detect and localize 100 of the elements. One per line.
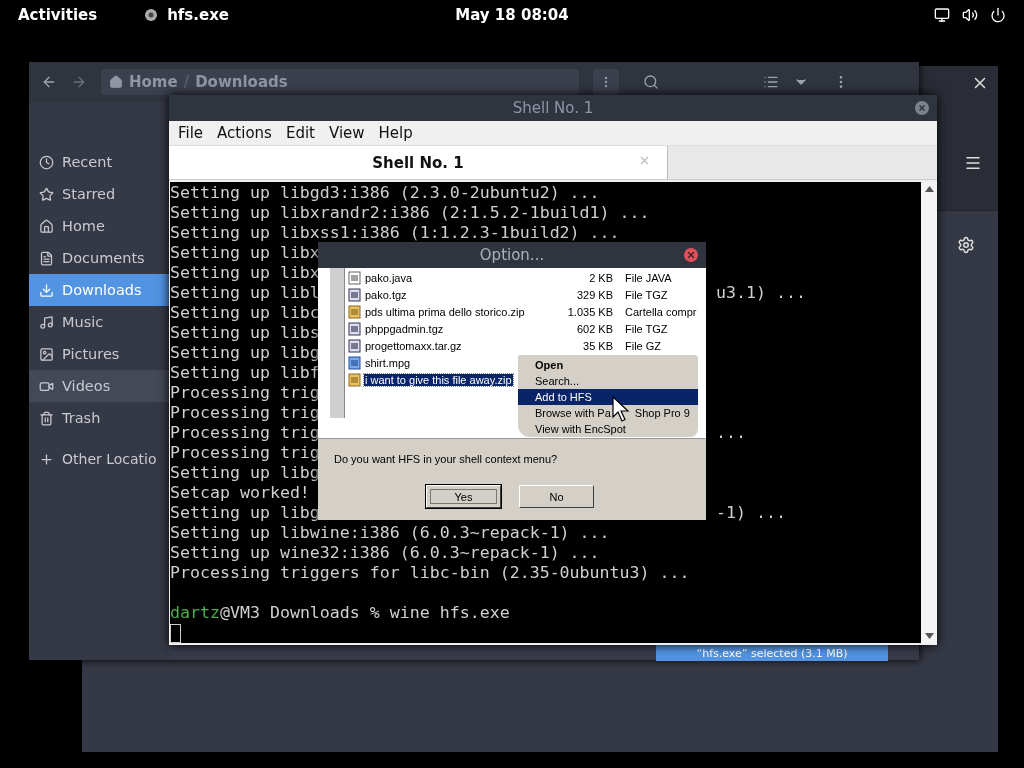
output-line: Setting up libc: [170, 303, 320, 322]
file-icon: [348, 287, 361, 302]
image-icon: [39, 346, 54, 362]
file-icon: [348, 372, 361, 387]
output-line: Setting up wine32:i386 (6.0.3~repack-1) ...: [170, 543, 600, 562]
sidebar-item[interactable]: Videos: [29, 370, 169, 402]
output-line: Setting up libx: [170, 263, 320, 282]
volume-icon[interactable]: [962, 7, 978, 23]
output-line: Setting up libx: [170, 243, 320, 262]
output-line: -1) ...: [716, 503, 786, 523]
file-type: Cartella compr: [625, 305, 697, 318]
back-icon[interactable]: [41, 74, 57, 90]
sidebar-item[interactable]: Recent: [29, 146, 169, 178]
menu-item[interactable]: Add to HFS: [518, 389, 698, 405]
sidebar-item[interactable]: Other Locatio: [29, 443, 169, 475]
menu-item[interactable]: File: [178, 124, 204, 142]
file-icon: [348, 355, 361, 370]
sidebar-item[interactable]: Trash: [29, 402, 169, 434]
output-line: Setting up libg: [170, 503, 320, 522]
status-label: “hfs.exe” selected (3.1 MB): [656, 645, 888, 661]
search-icon[interactable]: [643, 74, 659, 90]
output-line: Processing triggers for libc-bin (2.35-0ubuntu3) ...: [170, 563, 690, 582]
file-icon: [348, 338, 361, 353]
output-line: Setting up libg: [170, 343, 320, 362]
text-cursor: [170, 624, 181, 643]
output-line: u3.1) ...: [716, 283, 806, 303]
plus-icon: [39, 451, 54, 467]
output-line: Processing trig: [170, 443, 320, 462]
menu-icon[interactable]: [964, 154, 982, 172]
file-size: 35 KB: [582, 339, 613, 352]
document-icon: [39, 250, 54, 266]
home-icon: [39, 218, 54, 234]
file-icon: [348, 304, 361, 319]
menu-item[interactable]: Actions: [217, 124, 272, 142]
window-title: Shell No. 1: [512, 99, 594, 117]
star-icon: [39, 186, 54, 202]
menu-item[interactable]: Browse with Pa Shop Pro 9: [518, 405, 698, 421]
output-line: Processing trig: [170, 423, 320, 442]
file-icon: [348, 321, 361, 336]
file-type: File GZ: [625, 339, 662, 352]
pointer-icon: [612, 396, 632, 422]
dialog-button[interactable]: No: [519, 485, 594, 508]
output-line: Processing trig: [170, 383, 320, 402]
file-size: 1.035 KB: [566, 305, 613, 318]
sidebar-item[interactable]: Pictures: [29, 338, 169, 370]
sidebar-item[interactable]: Documents: [29, 242, 169, 274]
close-icon: [686, 250, 696, 260]
file-type: File TGZ: [625, 288, 668, 301]
output-line: Processing trig: [170, 403, 320, 422]
sidebar-item[interactable]: Home: [29, 210, 169, 242]
clock-icon: [39, 154, 54, 170]
menu-item[interactable]: Open: [518, 357, 698, 373]
close-button[interactable]: [684, 248, 698, 262]
menu-item[interactable]: View with EncSpot: [518, 421, 698, 437]
output-line: Setting up libgd3:i386 (2.3.0-2ubuntu2) ...: [170, 183, 600, 202]
file-type: File JAVA: [625, 271, 672, 284]
menu-item[interactable]: Edit: [285, 124, 315, 142]
menu-item[interactable]: View: [328, 124, 365, 142]
file-name[interactable]: pako.java: [364, 271, 414, 284]
output-line: Setting up libxrandr2:i386 (2:1.5.2-1build1) ...: [170, 203, 650, 222]
app-name[interactable]: hfs.exe: [167, 6, 229, 24]
file-name[interactable]: phppgadmin.tgz: [364, 322, 445, 335]
sidebar-item[interactable]: Starred: [29, 178, 169, 210]
dialog-message: Do you want HFS in your shell context menu?: [334, 453, 559, 465]
dialog-button[interactable]: Yes: [426, 485, 501, 508]
menu-item[interactable]: Search...: [518, 373, 698, 389]
output-line: Setting up libf: [170, 363, 320, 382]
list-view-icon[interactable]: [763, 74, 779, 90]
app-icon: [143, 7, 160, 23]
home-icon: [109, 75, 123, 89]
display-icon[interactable]: [934, 7, 950, 23]
file-name[interactable]: pako.tgz: [364, 288, 408, 301]
output-line: Setting up libs: [170, 323, 320, 342]
file-name[interactable]: pds ultima prima dello storico.zip: [364, 305, 526, 318]
dialog-title: Option...: [479, 246, 545, 264]
output-line: Setcap worked!: [170, 483, 310, 502]
scrollbar[interactable]: [921, 182, 937, 643]
clock[interactable]: May 18 08:04: [455, 6, 569, 24]
download-icon: [39, 282, 54, 298]
activities-button[interactable]: Activities: [18, 6, 98, 24]
settings-icon[interactable]: [957, 236, 975, 254]
file-name[interactable]: progettomaxx.tar.gz: [364, 339, 463, 352]
output-line: Setting up libg: [170, 463, 320, 482]
file-name[interactable]: i want to give this file away.zip: [364, 373, 513, 386]
menu-item[interactable]: Help: [378, 124, 413, 142]
path-separator: /: [183, 73, 190, 91]
file-size: 329 KB: [575, 288, 613, 301]
scroll-up-icon[interactable]: [924, 186, 934, 192]
file-name[interactable]: shirt.mpg: [364, 356, 412, 369]
trash-icon: [39, 410, 54, 426]
power-icon[interactable]: [990, 7, 1006, 23]
file-type: File TGZ: [625, 322, 668, 335]
prompt-line: dartz@VM3 Downloads % wine hfs.exe: [170, 603, 510, 622]
scroll-down-icon[interactable]: [924, 633, 934, 639]
tab[interactable]: Shell No. 1: [169, 146, 668, 179]
file-size: 602 KB: [575, 322, 613, 335]
file-size: 2 KB: [588, 271, 613, 284]
sidebar-item[interactable]: Music: [29, 306, 169, 338]
output-line: ...: [716, 423, 746, 443]
output-line: Setting up libxss1:i386 (1:1.2.3-1build2) ...: [170, 223, 620, 242]
